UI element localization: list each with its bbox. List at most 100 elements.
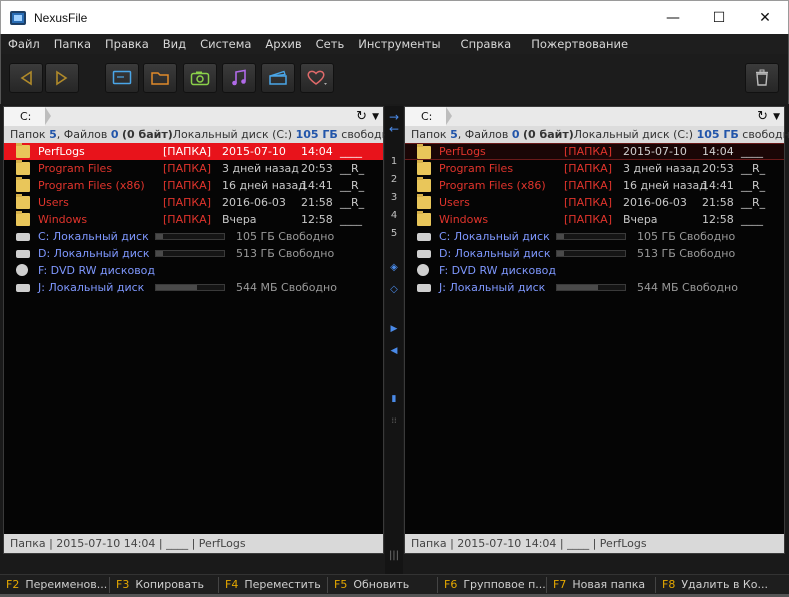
video-button[interactable] — [261, 63, 295, 93]
tab-3[interactable]: 3 — [385, 192, 403, 203]
folder-icon — [417, 144, 431, 159]
window-controls: — ☐ ✕ — [650, 1, 788, 34]
tab-2[interactable]: 2 — [385, 174, 403, 185]
folder-icon — [417, 194, 431, 209]
chevron-down-icon[interactable]: ▼ — [773, 112, 780, 122]
forward-button[interactable] — [45, 63, 79, 93]
path-bar: C: ↻ ▼ — [405, 107, 784, 126]
drive-item[interactable]: J: Локальный диск 544 МБ Свободно — [4, 279, 383, 296]
back-button[interactable] — [9, 63, 43, 93]
menu-network[interactable]: Сеть — [309, 37, 352, 51]
back-icon — [20, 70, 32, 86]
music-button[interactable] — [222, 63, 256, 93]
tab-1[interactable]: 1 — [385, 156, 403, 167]
drive-item[interactable]: C: Локальный диск 105 ГБ Свободно — [4, 228, 383, 245]
folder-icon — [417, 211, 431, 226]
copy-left-icon[interactable]: ← — [385, 122, 403, 136]
chevron-down-icon[interactable]: ▼ — [372, 112, 379, 122]
drive-item[interactable]: F: DVD RW дисковод — [4, 262, 383, 279]
drive-icon — [16, 284, 30, 292]
f5-refresh-button[interactable]: F5 Обновить — [328, 576, 438, 593]
menu-file[interactable]: Файл — [1, 37, 47, 51]
signal-icon[interactable]: ▮ — [385, 394, 403, 404]
drive-icon — [417, 233, 431, 241]
list-item[interactable]: Program Files (x86) [ПАПКА] 16 дней наза… — [4, 177, 383, 194]
menu-tools[interactable]: Инструменты — [351, 37, 447, 51]
path-segment[interactable]: C: — [4, 107, 52, 126]
menu-edit[interactable]: Правка — [98, 37, 156, 51]
f8-delete-button[interactable]: F8 Удалить в Ко... — [656, 577, 789, 593]
arrow-right-icon[interactable]: ▶ — [385, 324, 403, 334]
drive-icon — [417, 284, 431, 292]
drive-item[interactable]: F: DVD RW дисковод — [405, 262, 784, 279]
pictures-button[interactable] — [183, 63, 217, 93]
f3-copy-button[interactable]: F3 Копировать — [110, 576, 219, 593]
drive-usage-bar — [155, 284, 225, 291]
folder-icon — [417, 177, 431, 192]
drive-item[interactable]: D: Локальный диск 513 ГБ Свободно — [4, 245, 383, 262]
path-segment[interactable]: C: — [405, 107, 453, 126]
drive-item[interactable]: C: Локальный диск 105 ГБ Свободно — [405, 228, 784, 245]
right-panel[interactable]: C: ↻ ▼ Папок 5, Файлов 0 (0 байт) Локальн… — [404, 106, 789, 554]
folder-icon — [16, 194, 30, 209]
panel-info-bar: Папок 5, Файлов 0 (0 байт) Локальный диск… — [4, 126, 396, 143]
app-icon — [10, 10, 26, 25]
folder-icon — [16, 143, 30, 158]
tab-4[interactable]: 4 — [385, 210, 403, 221]
toolbar — [0, 54, 789, 104]
camera-icon — [190, 71, 210, 86]
f4-move-button[interactable]: F4 Переместить — [219, 576, 328, 593]
panel-status-bar: Папка | 2015-07-10 14:04 | ____ | PerfLo… — [4, 534, 383, 553]
minimize-button[interactable]: — — [650, 1, 696, 34]
arrow-left-icon[interactable]: ◀ — [385, 346, 403, 356]
path-bar: C: ↻ ▼ — [4, 107, 383, 126]
desktop-button[interactable] — [105, 63, 139, 93]
refresh-icon[interactable]: ↻ — [356, 109, 367, 124]
folder-button[interactable] — [143, 63, 177, 93]
drive-usage-bar — [155, 233, 225, 240]
list-item[interactable]: Program Files [ПАПКА] 3 дней назад 20:53… — [4, 160, 383, 177]
drive-icon — [417, 250, 431, 258]
refresh-icon[interactable]: ↻ — [757, 109, 768, 124]
drive-usage-bar — [556, 250, 626, 257]
drive-item[interactable]: J: Локальный диск 544 МБ Свободно — [405, 279, 784, 296]
music-icon — [232, 69, 246, 86]
list-item[interactable]: Program Files [ПАПКА] 3 дней назад 20:53… — [405, 160, 784, 177]
drive-item[interactable]: D: Локальный диск 513 ГБ Свободно — [405, 245, 784, 262]
menu-view[interactable]: Вид — [156, 37, 193, 51]
f7-new-folder-button[interactable]: F7 Новая папка — [547, 576, 656, 593]
menu-folder[interactable]: Папка — [47, 37, 98, 51]
list-item[interactable]: PerfLogs [ПАПКА] 2015-07-10 14:04 ____ — [405, 143, 784, 160]
list-item[interactable]: Program Files (x86) [ПАПКА] 16 дней наза… — [405, 177, 784, 194]
list-item[interactable]: PerfLogs [ПАПКА] 2015-07-10 14:04 ____ — [4, 143, 383, 160]
close-button[interactable]: ✕ — [742, 1, 788, 34]
path-tools: ↻ ▼ — [356, 107, 379, 126]
list-item[interactable]: Windows [ПАПКА] Вчера 12:58 ____ — [405, 211, 784, 228]
list-item[interactable]: Users [ПАПКА] 2016-06-03 21:58 __R_ — [405, 194, 784, 211]
sync-icon[interactable]: ◈ — [385, 262, 403, 273]
f6-batch-button[interactable]: F6 Групповое п... — [438, 576, 547, 593]
center-strip: → ← 1 2 3 4 5 ◈ ◇ ▶ ◀ ▮ ⁞⁞ ||| — [385, 106, 403, 574]
left-panel[interactable]: C: ↻ ▼ Папок 5, Файлов 0 (0 байт) Локальн… — [3, 106, 396, 554]
compare-icon[interactable]: ◇ — [385, 284, 403, 295]
list-item[interactable]: Windows [ПАПКА] Вчера 12:58 ____ — [4, 211, 383, 228]
menu-archive[interactable]: Архив — [258, 37, 308, 51]
dvd-icon — [417, 264, 429, 276]
maximize-button[interactable]: ☐ — [696, 1, 742, 34]
splitter-grip-icon[interactable]: ||| — [385, 550, 403, 561]
grip-icon[interactable]: ⁞⁞ — [385, 416, 403, 425]
trash-icon — [756, 69, 768, 86]
menu-help[interactable]: Справка — [454, 37, 519, 51]
menu-system[interactable]: Система — [193, 37, 258, 51]
function-key-bar: F2 Переименов... F3 Копировать F4 Перемести… — [0, 574, 789, 594]
panel-info-bar: Папок 5, Файлов 0 (0 байт) Локальный диск… — [405, 126, 789, 143]
tab-5[interactable]: 5 — [385, 228, 403, 239]
panel-status-bar: Папка | 2015-07-10 14:04 | ____ | PerfLo… — [405, 534, 784, 553]
folder-icon — [16, 177, 30, 192]
favorites-button[interactable] — [300, 63, 334, 93]
menu-donate[interactable]: Пожертвование — [524, 37, 635, 51]
trash-button[interactable] — [745, 63, 779, 93]
list-item[interactable]: Users [ПАПКА] 2016-06-03 21:58 __R_ — [4, 194, 383, 211]
folder-icon — [151, 72, 169, 85]
f2-rename-button[interactable]: F2 Переименов... — [0, 576, 110, 593]
